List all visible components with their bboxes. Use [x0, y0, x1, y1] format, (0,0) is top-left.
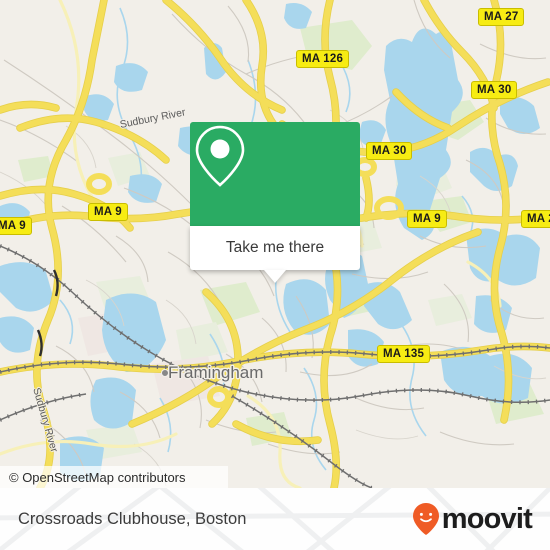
- highway-shield-ma-27-top: MA 27: [478, 8, 525, 26]
- highway-shield-ma-9-right: MA 9: [407, 210, 447, 228]
- map-screenshot: .w{fill:#a9d6ed} .stream{fill:none;strok…: [0, 0, 550, 550]
- place-label-framingham: Framingham: [168, 363, 264, 382]
- take-me-there-label: Take me there: [225, 239, 325, 256]
- highway-shield-ma-126: MA 126: [296, 50, 350, 68]
- page-title: Crossroads Clubhouse, Boston: [18, 509, 247, 528]
- popup-image: [190, 122, 360, 226]
- moovit-brand[interactable]: moovit: [412, 502, 533, 536]
- highway-shield-ma-30-mid: MA 30: [366, 142, 413, 160]
- highway-shield-ma-9-center: MA 9: [88, 203, 128, 221]
- highway-shield-ma-9-left: MA 9: [0, 217, 32, 235]
- highway-shield-ma-27-right: MA 27: [521, 210, 550, 228]
- take-me-there-popup[interactable]: Take me there: [190, 122, 360, 283]
- osm-attribution-label: © OpenStreetMap contributors: [9, 469, 186, 485]
- footer-bar: Crossroads Clubhouse, Boston moovit: [0, 488, 550, 550]
- map-pin-icon: [195, 125, 245, 187]
- highway-shield-ma-135: MA 135: [377, 345, 431, 363]
- framingham-city-dot: [161, 369, 169, 377]
- map-canvas[interactable]: .w{fill:#a9d6ed} .stream{fill:none;strok…: [0, 0, 550, 488]
- osm-attribution[interactable]: © OpenStreetMap contributors: [0, 466, 228, 488]
- moovit-pin-smiley-icon: [412, 503, 439, 535]
- moovit-wordmark: moovit: [441, 502, 533, 535]
- take-me-there-button[interactable]: Take me there: [190, 226, 360, 270]
- highway-shield-ma-30-top: MA 30: [471, 81, 518, 99]
- popup-tail: [264, 270, 286, 283]
